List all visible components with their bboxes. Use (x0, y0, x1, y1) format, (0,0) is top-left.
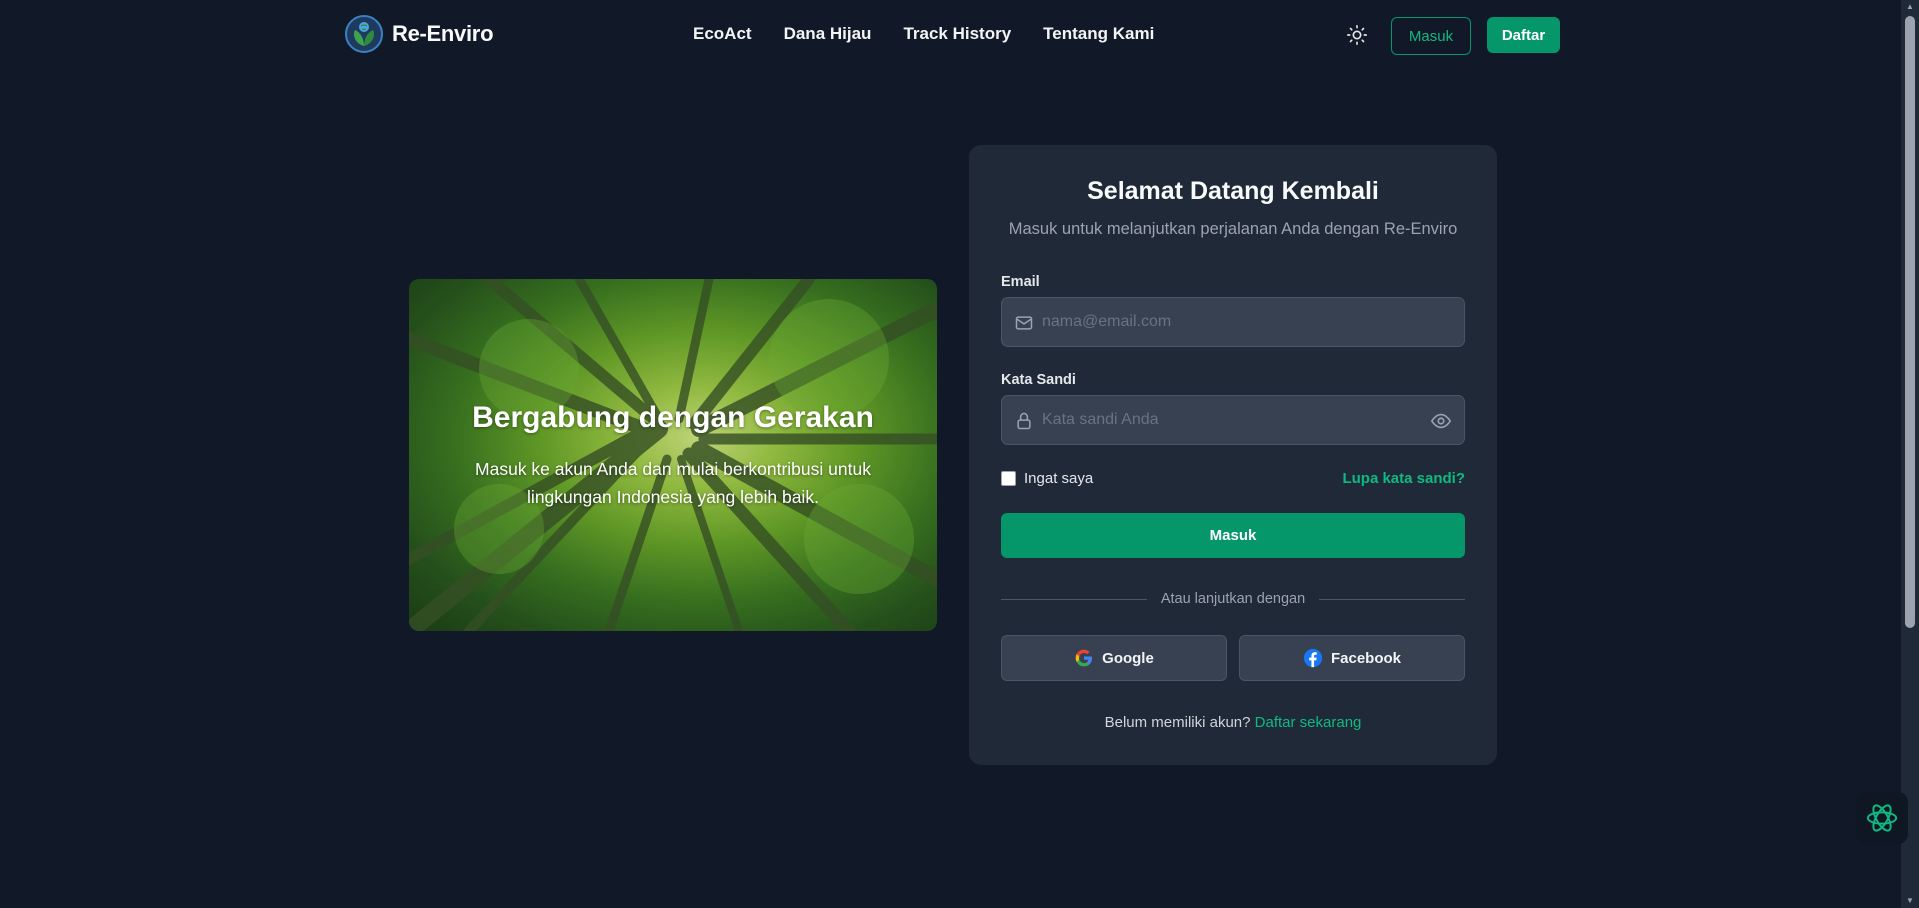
login-subtitle: Masuk untuk melanjutkan perjalanan Anda … (1008, 220, 1458, 238)
lock-icon (1017, 412, 1031, 430)
remember-label: Ingat saya (1024, 470, 1094, 487)
page-scrollbar[interactable]: ▲ ▼ (1901, 0, 1919, 908)
divider-line-right (1319, 599, 1465, 600)
nav-register-button[interactable]: Daftar (1487, 17, 1560, 53)
signup-link[interactable]: Daftar sekarang (1255, 714, 1362, 731)
nav-login-button[interactable]: Masuk (1391, 17, 1471, 55)
ai-assistant-icon (1866, 804, 1898, 832)
login-submit-button[interactable]: Masuk (1001, 513, 1465, 558)
or-divider: Atau lanjutkan dengan (1001, 591, 1465, 607)
remember-me[interactable]: Ingat saya (1001, 470, 1093, 487)
hero-forest-image: Bergabung dengan Gerakan Masuk ke akun A… (409, 279, 937, 631)
brand-name: Re-Enviro (392, 21, 494, 46)
hero-description: Masuk ke akun Anda dan mulai berkontribu… (475, 459, 871, 507)
login-card: Selamat Datang Kembali Masuk untuk melan… (969, 145, 1497, 765)
google-icon (1075, 649, 1093, 667)
scroll-up-arrow-icon[interactable]: ▲ (1905, 3, 1915, 11)
nav-link-tentang-kami[interactable]: Tentang Kami (1043, 24, 1154, 44)
navbar: Re-Enviro EcoAct Dana Hijau Track Histor… (0, 0, 1900, 70)
main-nav: EcoAct Dana Hijau Track History Tentang … (693, 24, 1154, 44)
forgot-password-link[interactable]: Lupa kata sandi? (1342, 470, 1465, 487)
scroll-down-arrow-icon[interactable]: ▼ (1905, 897, 1915, 905)
google-label: Google (1102, 649, 1154, 667)
email-input[interactable] (1042, 298, 1422, 346)
facebook-icon (1303, 648, 1323, 668)
leaf-globe-icon (345, 15, 383, 53)
password-input[interactable] (1042, 396, 1422, 444)
ai-assistant-button[interactable] (1856, 792, 1908, 844)
facebook-label: Facebook (1330, 649, 1402, 667)
google-login-button[interactable]: Google (1001, 635, 1227, 681)
nav-link-dana-hijau[interactable]: Dana Hijau (784, 24, 872, 44)
signup-prompt-text: Belum memiliki akun? (1104, 714, 1251, 731)
scroll-thumb[interactable] (1905, 16, 1915, 628)
nav-link-track-history[interactable]: Track History (903, 24, 1011, 44)
nav-link-ecoact[interactable]: EcoAct (693, 24, 752, 44)
theme-toggle-button[interactable] (1344, 22, 1370, 48)
remember-checkbox[interactable] (1001, 471, 1016, 486)
show-password-icon[interactable] (1430, 410, 1452, 432)
hero-title: Bergabung dengan Gerakan (472, 401, 874, 434)
sun-icon (1347, 25, 1367, 45)
email-field-container[interactable] (1001, 297, 1465, 347)
mail-icon (1015, 316, 1033, 330)
facebook-login-button[interactable]: Facebook (1239, 635, 1465, 681)
email-label: Email (1001, 274, 1040, 290)
signup-prompt: Belum memiliki akun? Daftar sekarang (969, 714, 1497, 731)
password-field-container[interactable] (1001, 395, 1465, 445)
brand-link[interactable]: Re-Enviro (344, 14, 494, 54)
password-label: Kata Sandi (1001, 372, 1076, 388)
login-title: Selamat Datang Kembali (1087, 177, 1379, 205)
